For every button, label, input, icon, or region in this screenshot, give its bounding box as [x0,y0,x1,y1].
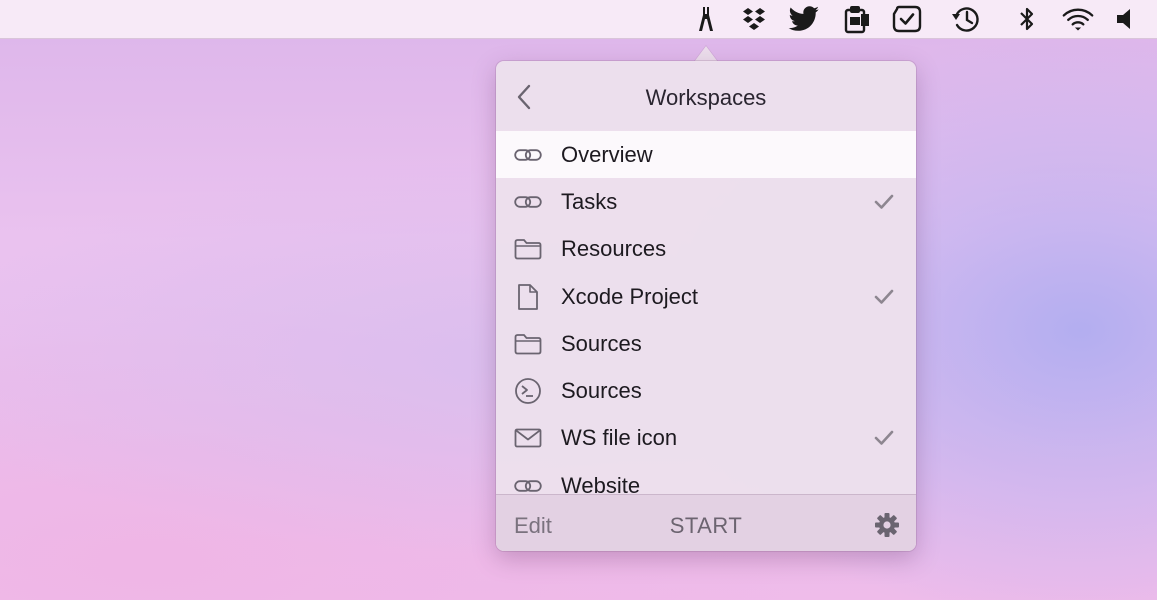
item-label: Xcode Project [561,283,698,309]
wifi-icon[interactable] [1062,4,1094,34]
volume-icon[interactable] [1110,4,1142,34]
workspace-list: Overview Tasks Resources Xcode Project S… [496,131,916,494]
tool-app-icon[interactable] [690,4,722,34]
checkmark-icon [874,287,894,307]
workspaces-popover: Workspaces Overview Tasks Resources Xcod… [496,61,916,551]
checkmark-icon [874,192,894,212]
list-item[interactable]: Resources [496,226,916,273]
checkmark-badge-icon[interactable] [891,4,923,34]
list-item[interactable]: Tasks [496,178,916,225]
mail-icon [514,424,542,452]
item-label: Sources [561,330,642,356]
document-icon [514,283,542,311]
list-item[interactable]: Overview [496,131,916,179]
folder-icon [514,235,542,263]
popover-footer: Edit START [496,494,916,551]
checkmark-icon [874,428,894,448]
clipboard-icon[interactable] [840,4,872,34]
folder-icon [514,330,542,358]
menu-bar [0,0,1157,39]
item-label: Sources [561,378,642,404]
settings-button[interactable] [874,512,900,538]
list-item[interactable]: WS file icon [496,415,916,462]
start-button[interactable]: START [496,513,916,539]
item-label: Resources [561,236,667,262]
item-label: Overview [561,141,653,167]
list-item[interactable]: Website [496,462,916,494]
terminal-icon [514,377,542,405]
list-item[interactable]: Sources [496,367,916,414]
popover-title: Workspaces [645,85,767,110]
gear-icon [875,513,899,537]
list-item[interactable]: Sources [496,320,916,367]
dropbox-icon[interactable] [738,4,770,34]
bluetooth-icon[interactable] [1011,4,1043,34]
item-label: WS file icon [561,425,678,451]
popover-arrow [694,46,718,62]
item-label: Website [561,472,641,494]
time-machine-icon[interactable] [950,4,982,34]
link-icon [514,188,542,216]
list-item[interactable]: Xcode Project [496,273,916,320]
link-icon [514,472,542,494]
twitter-icon[interactable] [788,4,820,34]
link-icon [514,141,542,169]
popover-header: Workspaces [496,61,916,131]
item-label: Tasks [561,188,618,214]
